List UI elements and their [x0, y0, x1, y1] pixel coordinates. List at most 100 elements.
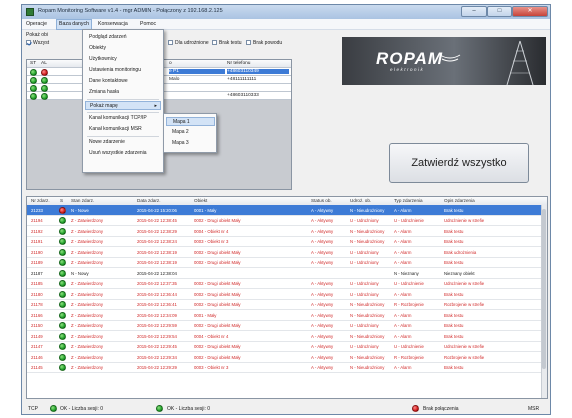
database-menu-item[interactable]: Kanał komunikacji MSR — [85, 125, 161, 134]
database-menu-item[interactable]: Dane kontaktowe — [85, 77, 161, 86]
event-desc: Brak testu — [444, 207, 464, 213]
map-submenu: Mapa 1 Mapa 2 Mapa 3 — [163, 113, 217, 153]
minimize-button[interactable]: – — [461, 6, 487, 17]
col-object-status[interactable]: Status ob. — [311, 198, 332, 203]
map-menu-item[interactable]: Mapa 1 — [166, 117, 215, 126]
col-event-type[interactable]: Typ zdarzenia — [394, 198, 423, 203]
event-row[interactable]: 21185 Z - Zatwierdzony 2015-04-22 12:37:35… — [27, 279, 541, 289]
menu-operacje[interactable]: Operacje — [26, 21, 47, 27]
antenna-icon — [439, 40, 534, 85]
database-menu-item[interactable]: Nowe zdarzenie — [85, 138, 161, 147]
event-row[interactable]: 21145 Z - Zatwierdzony 2015-04-22 12:29:29… — [27, 363, 541, 373]
event-desc: Udrożnienie w strefie — [444, 218, 485, 223]
event-row[interactable]: 21194 Z - Zatwierdzony 2015-04-22 12:38:45… — [27, 216, 541, 226]
event-status: A - Aktywny — [311, 323, 334, 328]
event-date: 2015-04-22 15:20:06 — [137, 207, 177, 213]
database-menu-item[interactable]: Usuń wszystkie zdarzenia — [85, 149, 161, 158]
event-type: U - Udrożnienie — [394, 281, 424, 286]
col-event-id[interactable]: Nr zdarz. — [31, 198, 50, 203]
object-name: Malo — [169, 77, 180, 82]
database-menu-item[interactable]: Kanał komunikacji TCP/IP — [85, 114, 161, 123]
tcp-status-text: OK - Liczba sesji: 0 — [60, 406, 104, 412]
event-state: Z - Zatwierdzony — [71, 302, 103, 307]
col-event-date[interactable]: Data zdarz. — [137, 198, 161, 203]
menu-konserwacja[interactable]: Konserwacja — [98, 21, 128, 27]
database-menu-item-label: Obiekty — [89, 45, 106, 51]
no-test-label: Brak testu — [219, 40, 242, 46]
event-state: Z - Zatwierdzony — [71, 312, 103, 318]
event-type: R - Rozbrojenie — [394, 302, 424, 307]
maximize-button[interactable]: □ — [487, 6, 512, 17]
database-menu-item[interactable]: Użytkownicy — [85, 55, 161, 64]
database-menu-item-label: Kanał komunikacji MSR — [89, 126, 142, 132]
event-row[interactable]: 21166 Z - Zatwierdzony 2015-04-22 12:34:09… — [27, 310, 541, 321]
no-reason-label: Brak powodu — [253, 40, 283, 46]
database-menu: Podgląd zdarzeń Obiekty Użytkownicy Ustawie… — [82, 29, 164, 173]
event-row[interactable]: 21189 Z - Zatwierdzony 2015-04-22 12:38:19… — [27, 258, 541, 268]
map-menu-item[interactable]: Mapa 2 — [166, 128, 215, 137]
no-test-checkbox[interactable] — [212, 40, 217, 45]
event-row[interactable]: 21192 Z - Zatwierdzony 2015-04-22 12:38:29… — [27, 226, 541, 237]
event-row[interactable]: 21191 Z - Zatwierdzony 2015-04-22 12:38:24… — [27, 237, 541, 247]
event-desc: Udrożnienie w strefie — [444, 344, 485, 349]
event-row[interactable]: 21149 Z - Zatwierdzony 2015-04-22 12:29:54… — [27, 331, 541, 342]
event-status-icon — [59, 301, 66, 308]
event-row[interactable]: 21146 Z - Zatwierdzony 2015-04-22 12:29:34… — [27, 352, 541, 363]
event-row[interactable]: 21147 Z - Zatwierdzony 2015-04-22 12:29:45… — [27, 342, 541, 352]
event-date: 2015-04-22 12:38:24 — [137, 239, 177, 244]
event-state: N - Nowy — [71, 270, 89, 276]
event-row[interactable]: 21233 N - Nowe 2015-04-22 15:20:06 0001 - M… — [27, 205, 541, 216]
object-alarm-icon — [41, 76, 48, 84]
event-status-icon — [59, 332, 66, 340]
app-window: Ropam Monitoring Software v1.4 - mgr ADM… — [21, 4, 551, 415]
event-state: Z - Zatwierdzony — [71, 281, 103, 286]
confirm-all-button[interactable]: Zatwierdź wszystko — [389, 143, 529, 183]
database-menu-item[interactable]: Zmiana hasła — [85, 88, 161, 97]
event-date: 2015-04-22 12:38:19 — [137, 249, 177, 255]
object-status-icon — [30, 84, 37, 92]
event-desc: Brak testu — [444, 228, 464, 234]
col-s[interactable]: S — [60, 198, 63, 203]
tcp-status-icon — [50, 405, 57, 412]
event-row[interactable]: 21178 Z - Zatwierdzony 2015-04-22 12:36:41… — [27, 300, 541, 310]
event-date: 2015-04-22 12:38:04 — [137, 270, 177, 276]
event-status: A - Aktywny — [311, 344, 334, 349]
database-menu-item[interactable]: Pokaż mapę ▸ — [85, 101, 161, 110]
event-date: 2015-04-22 12:29:54 — [137, 333, 177, 339]
close-button[interactable]: ✕ — [512, 6, 548, 17]
event-date: 2015-04-22 12:38:19 — [137, 260, 177, 265]
event-row[interactable]: 21180 Z - Zatwierdzony 2015-04-22 12:36:44… — [27, 289, 541, 300]
window-title: Ropam Monitoring Software v1.4 - mgr ADM… — [38, 8, 223, 14]
events-scrollbar-thumb[interactable] — [542, 209, 546, 369]
show-all-checkbox[interactable] — [26, 40, 31, 45]
event-id: 21192 — [31, 228, 43, 234]
event-object: 0002 - Drugi obiekt Mały — [194, 218, 241, 223]
object-phone: +48111111111 — [227, 77, 257, 82]
map-menu-item[interactable]: Mapa 3 — [166, 139, 215, 148]
col-event-state[interactable]: Stan zdarz. — [71, 198, 94, 203]
event-id: 21149 — [31, 333, 43, 339]
event-type: A - Alarm — [394, 312, 412, 318]
event-status-icon — [59, 248, 66, 256]
event-row[interactable]: 21150 Z - Zatwierdzony 2015-04-22 12:29:59… — [27, 321, 541, 331]
event-id: 21185 — [31, 281, 43, 286]
event-status-icon — [59, 353, 66, 361]
confirmed-checkbox[interactable] — [168, 40, 173, 45]
event-row[interactable]: 21190 Z - Zatwierdzony 2015-04-22 12:38:19… — [27, 247, 541, 258]
col-st: ST — [30, 61, 37, 66]
event-row[interactable]: 21187 N - Nowy 2015-04-22 12:38:04 N - Niez… — [27, 268, 541, 279]
event-desc: Brak testu — [444, 323, 464, 328]
database-menu-item[interactable]: Podgląd zdarzeń — [85, 33, 161, 42]
col-object-zone[interactable]: Udrоż. ob. — [350, 198, 371, 203]
col-event-desc[interactable]: Opis zdarzenia — [444, 198, 475, 203]
col-object[interactable]: Obiekt — [194, 198, 207, 203]
event-zone: N - Nieudrożniony — [350, 365, 385, 370]
event-object: 0001 - Mały — [194, 312, 217, 318]
menu-separator — [87, 112, 159, 113]
logo-banner: ROPAM elektronik — [342, 37, 546, 85]
menu-pomoc[interactable]: Pomoc — [140, 21, 156, 27]
database-menu-item[interactable]: Obiekty — [85, 44, 161, 53]
event-id: 21191 — [31, 239, 43, 244]
no-reason-checkbox[interactable] — [246, 40, 251, 45]
database-menu-item[interactable]: Ustawienia monitoringu — [85, 66, 161, 75]
